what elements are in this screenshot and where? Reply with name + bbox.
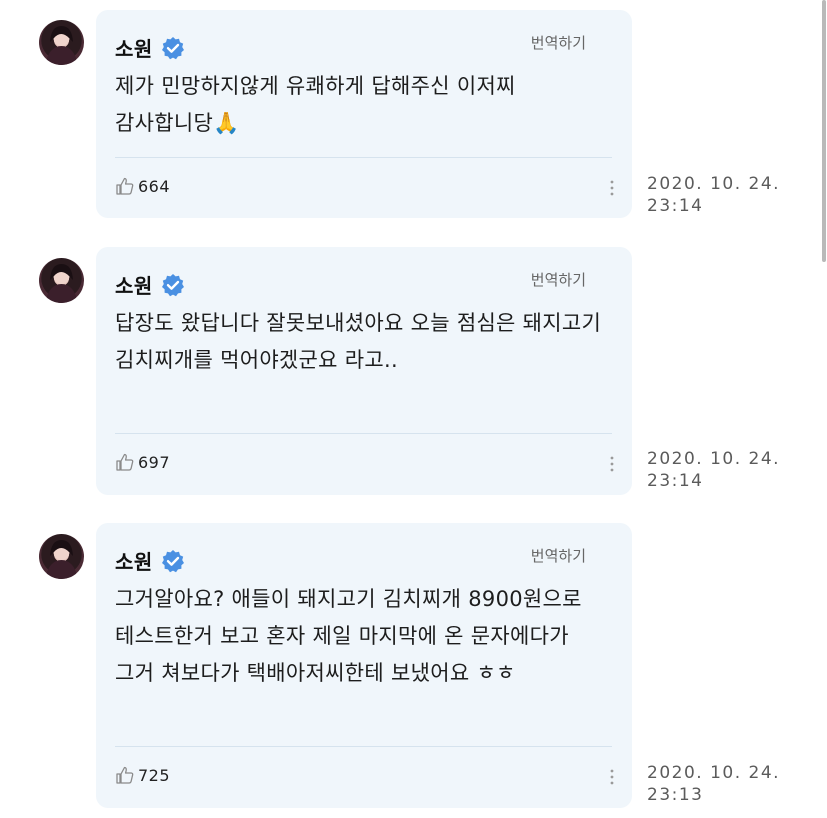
thumbs-up-icon (115, 765, 135, 785)
divider (115, 746, 612, 747)
timestamp-time: 23:14 (647, 196, 704, 216)
timestamp-time: 23:13 (647, 785, 704, 805)
more-vertical-icon[interactable] (610, 180, 614, 196)
timestamp-date: 2020. 10. 24. (647, 174, 781, 194)
author-row: 소원 (115, 270, 185, 299)
more-vertical-icon[interactable] (610, 456, 614, 472)
avatar[interactable] (39, 258, 84, 303)
like-count: 697 (138, 452, 171, 472)
translate-button[interactable]: 번역하기 (531, 545, 586, 566)
like-count: 664 (138, 176, 171, 196)
thumbs-up-icon (115, 176, 135, 196)
comment-text: 제가 민망하지않게 유쾌하게 답해주신 이저찌 감사합니당🙏 (115, 74, 523, 135)
comment-bubble: 소원 번역하기 제가 민망하지않게 유쾌하게 답해주신 이저찌 감사합니당🙏 6… (96, 10, 632, 218)
author-name[interactable]: 소원 (115, 546, 153, 575)
like-count: 725 (138, 765, 171, 785)
timestamp: 2020. 10. 24. 23:13 (647, 762, 817, 806)
like-button[interactable]: 664 (115, 176, 170, 196)
more-vertical-icon[interactable] (610, 769, 614, 785)
timestamp-date: 2020. 10. 24. (647, 449, 781, 469)
comment-text: 답장도 왔답니다 잘못보내셨아요 오늘 점심은 돼지고기 김치찌개를 먹어야겠군… (115, 311, 609, 372)
like-button[interactable]: 697 (115, 452, 170, 472)
verified-badge-icon (161, 36, 185, 60)
comment-item: 소원 번역하기 제가 민망하지않게 유쾌하게 답해주신 이저찌 감사합니당🙏 6… (0, 10, 827, 220)
timestamp-time: 23:14 (647, 471, 704, 491)
author-row: 소원 (115, 33, 185, 62)
author-name[interactable]: 소원 (115, 33, 153, 62)
translate-button[interactable]: 번역하기 (531, 269, 586, 290)
divider (115, 433, 612, 434)
author-name[interactable]: 소원 (115, 270, 153, 299)
avatar[interactable] (39, 534, 84, 579)
like-button[interactable]: 725 (115, 765, 170, 785)
avatar[interactable] (39, 20, 84, 65)
author-row: 소원 (115, 546, 185, 575)
verified-badge-icon (161, 273, 185, 297)
divider (115, 157, 612, 158)
verified-badge-icon (161, 549, 185, 573)
timestamp: 2020. 10. 24. 23:14 (647, 173, 817, 217)
timestamp-date: 2020. 10. 24. (647, 763, 781, 783)
comment-bubble: 소원 번역하기 그거알아요? 애들이 돼지고기 김치찌개 8900원으로 테스트… (96, 523, 632, 808)
timestamp: 2020. 10. 24. 23:14 (647, 448, 817, 492)
comment-item: 소원 번역하기 그거알아요? 애들이 돼지고기 김치찌개 8900원으로 테스트… (0, 523, 827, 809)
thumbs-up-icon (115, 452, 135, 472)
comment-text: 그거알아요? 애들이 돼지고기 김치찌개 8900원으로 테스트한거 보고 혼자… (115, 587, 589, 685)
translate-button[interactable]: 번역하기 (531, 32, 586, 53)
comment-bubble: 소원 번역하기 답장도 왔답니다 잘못보내셨아요 오늘 점심은 돼지고기 김치찌… (96, 247, 632, 495)
comment-item: 소원 번역하기 답장도 왔답니다 잘못보내셨아요 오늘 점심은 돼지고기 김치찌… (0, 247, 827, 495)
